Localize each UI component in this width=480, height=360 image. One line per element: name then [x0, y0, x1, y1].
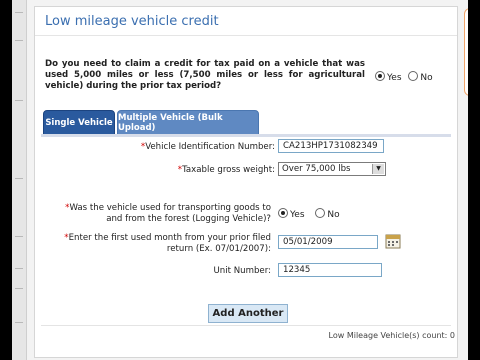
first-month-label-line2: return (Ex. 07/01/2007): [166, 244, 271, 254]
sidebar-divider [15, 236, 23, 237]
add-another-button[interactable]: Add Another [208, 304, 288, 323]
claim-question: Do you need to claim a credit for tax pa… [45, 59, 365, 91]
vin-label: *Vehicle Identification Number: [75, 142, 275, 152]
weight-select-value: Over 75,000 lbs [282, 164, 351, 174]
claim-no-radio[interactable] [408, 71, 419, 81]
low-mileage-panel: Low mileage vehicle credit Do you need t… [34, 6, 458, 358]
panel-header: Low mileage vehicle credit [35, 7, 457, 36]
logging-label-line2: and from the forest (Logging Vehicle)? [106, 214, 271, 224]
logging-no-label: No [327, 210, 340, 220]
sidebar-divider [15, 322, 23, 323]
vin-label-text: Vehicle Identification Number: [145, 142, 275, 152]
weight-select[interactable]: Over 75,000 lbs ▼ [278, 162, 386, 176]
vehicle-count: Low Mileage Vehicle(s) count: 0 [328, 331, 455, 340]
tab-multiple-vehicle[interactable]: Multiple Vehicle (Bulk Upload) [117, 110, 259, 136]
sidebar-divider [15, 40, 23, 41]
claim-yes-label: Yes [387, 73, 402, 83]
logging-label: *Was the vehicle used for transporting g… [45, 203, 271, 225]
screen: Low mileage vehicle credit Do you need t… [12, 0, 468, 360]
unit-input[interactable]: 12345 [278, 263, 382, 277]
claim-radio-group: Yes No [375, 71, 433, 83]
logging-yes-label: Yes [290, 210, 305, 220]
unit-label: Unit Number: [213, 266, 272, 276]
sidebar-divider [15, 12, 23, 13]
logging-label-line1: Was the vehicle used for transporting go… [69, 203, 271, 213]
logging-no-radio[interactable] [315, 208, 326, 218]
sidebar-divider [15, 178, 23, 179]
sidebar-divider [15, 288, 23, 289]
vin-input[interactable]: CA213HP1731082349 [278, 139, 384, 153]
first-month-label: *Enter the first used month from your pr… [45, 233, 271, 255]
help-box [464, 8, 468, 96]
tab-single-vehicle[interactable]: Single Vehicle [43, 110, 115, 136]
first-month-label-line1: Enter the first used month from your pri… [68, 233, 271, 243]
logging-yes-radio[interactable] [278, 208, 288, 218]
chevron-down-icon[interactable]: ▼ [372, 164, 384, 174]
claim-no-label: No [420, 73, 433, 83]
weight-label-text: Taxable gross weight: [182, 165, 275, 175]
divider [41, 325, 451, 326]
first-month-input[interactable]: 05/01/2009 [278, 235, 378, 249]
weight-label: *Taxable gross weight: [75, 165, 275, 175]
calendar-icon[interactable] [385, 233, 401, 249]
sidebar-divider [15, 268, 23, 269]
left-sidebar-edge [12, 0, 27, 360]
logging-radio-group: Yes No [278, 208, 340, 220]
claim-yes-radio[interactable] [375, 71, 385, 81]
sidebar-divider [15, 100, 23, 101]
tab-underline [41, 134, 451, 137]
panel-title: Low mileage vehicle credit [45, 14, 219, 29]
